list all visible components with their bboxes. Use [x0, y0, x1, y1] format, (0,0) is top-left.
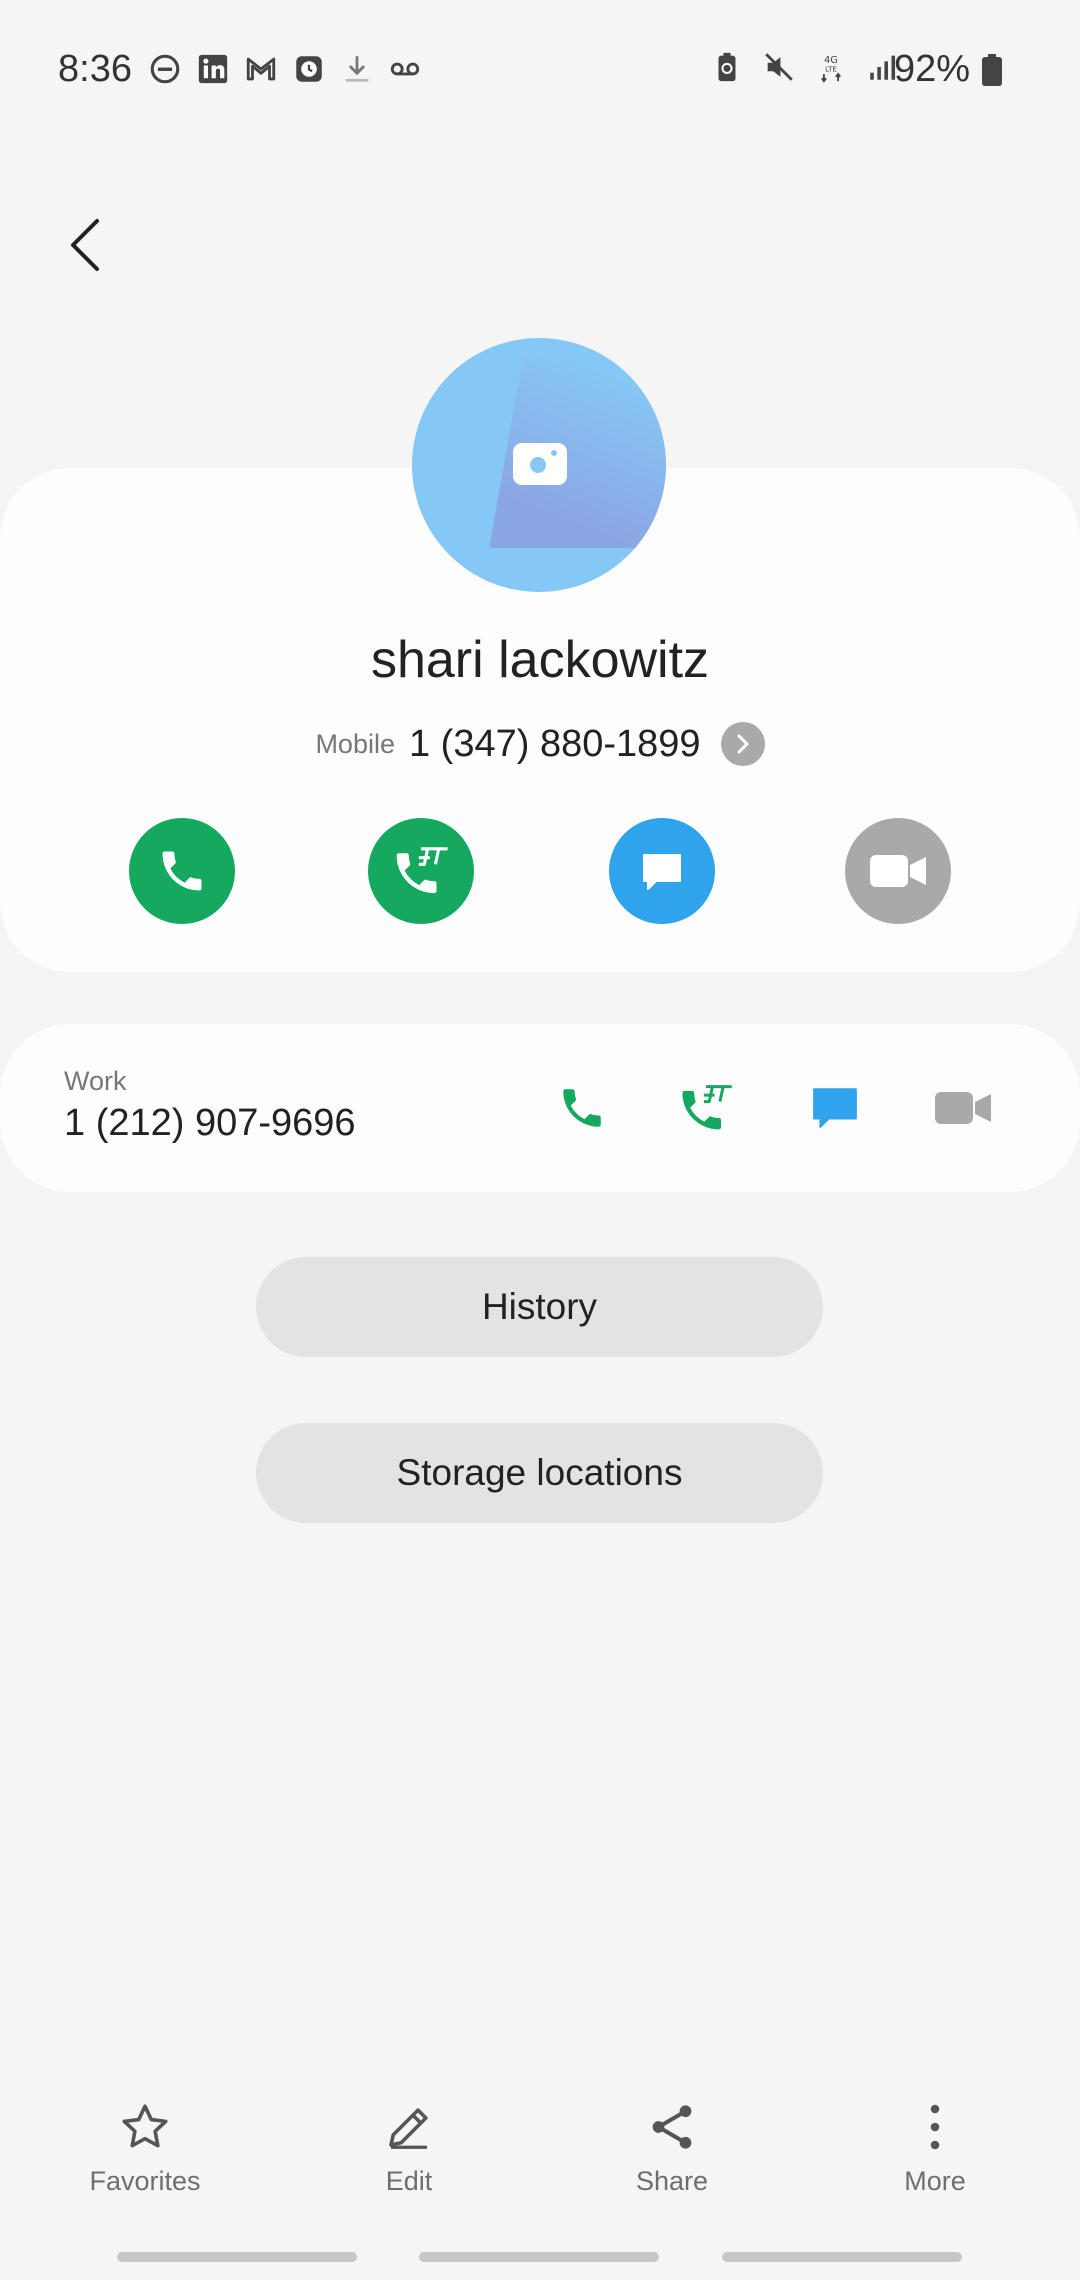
gesture-hint-recents[interactable] [117, 2252, 357, 2262]
history-button[interactable]: History [256, 1257, 823, 1357]
video-call-button[interactable] [845, 818, 951, 924]
clock-app-icon [292, 52, 326, 86]
contact-details-screen: 8:36 4G LTE 92% shari lackowitz Mobile 1… [0, 0, 1080, 2280]
favorites-button[interactable]: Favorites [45, 2100, 245, 2197]
mobile-number: 1 (347) 880-1899 [408, 722, 701, 765]
avatar[interactable] [412, 338, 666, 592]
bottom-action-bar: Favorites Edit Share More [0, 2100, 1080, 2220]
rtt-phone-icon [682, 1085, 732, 1130]
system-icons: 4G LTE [710, 50, 900, 84]
phone-icon [563, 1089, 601, 1127]
voicemail-icon [388, 52, 422, 86]
pencil-icon [389, 2108, 428, 2149]
more-label: More [904, 2166, 966, 2196]
gesture-hint-back[interactable] [722, 2252, 962, 2262]
download-icon [340, 52, 374, 86]
message-icon [643, 854, 681, 890]
gmail-icon [244, 52, 278, 86]
rtt-phone-icon [396, 847, 448, 894]
do-not-disturb-icon [148, 52, 182, 86]
work-rtt-call-button[interactable] [676, 1078, 736, 1138]
chevron-left-icon [71, 219, 99, 271]
more-numbers-button[interactable] [720, 722, 765, 766]
video-icon [870, 855, 926, 887]
work-call-button[interactable] [552, 1078, 612, 1138]
work-label: Work [64, 1066, 127, 1096]
battery-saver-icon [710, 50, 744, 84]
video-icon [935, 1092, 991, 1124]
share-label: Share [635, 2166, 709, 2196]
more-options-button[interactable]: More [835, 2100, 1035, 2197]
work-video-call-button[interactable] [933, 1078, 993, 1138]
share-button[interactable]: Share [572, 2100, 772, 2197]
more-vertical-icon [930, 2104, 940, 2150]
message-button[interactable] [609, 818, 715, 924]
storage-locations-button[interactable]: Storage locations [256, 1423, 823, 1523]
edit-label: Edit [385, 2166, 433, 2196]
mobile-number-row[interactable]: Mobile 1 (347) 880-1899 [0, 722, 1080, 766]
notification-icons [148, 52, 422, 86]
battery-percent: 92% [893, 48, 970, 90]
status-time: 8:36 [58, 48, 132, 90]
status-bar: 8:36 4G LTE 92% [0, 0, 1080, 140]
svg-text:LTE: LTE [825, 64, 837, 73]
chevron-right-icon [737, 734, 749, 754]
share-icon [652, 2105, 692, 2149]
star-icon [122, 2104, 168, 2148]
rtt-call-button[interactable] [368, 818, 474, 924]
work-number: 1 (212) 907-9696 [64, 1102, 356, 1144]
phone-icon [162, 851, 202, 891]
contact-name: shari lackowitz [370, 631, 710, 689]
favorites-label: Favorites [89, 2166, 201, 2196]
camera-icon [513, 443, 567, 485]
back-button[interactable] [55, 210, 115, 280]
linkedin-icon [196, 52, 230, 86]
mute-icon [762, 50, 796, 84]
call-button[interactable] [129, 818, 235, 924]
message-icon [813, 1088, 857, 1128]
gesture-hint-home[interactable] [419, 2252, 659, 2262]
mobile-label: Mobile [315, 728, 395, 759]
4g-lte-data-icon: 4G LTE [814, 50, 848, 84]
battery-icon [982, 54, 1002, 86]
edit-button[interactable]: Edit [309, 2100, 509, 2197]
work-message-button[interactable] [805, 1078, 865, 1138]
